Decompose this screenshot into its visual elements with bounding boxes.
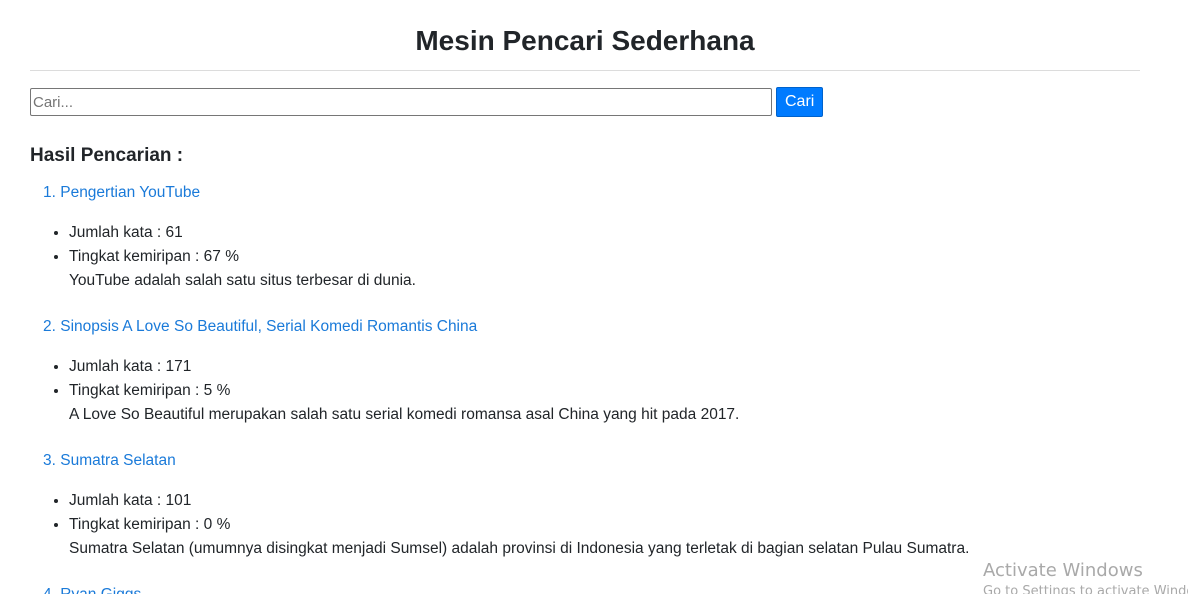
result-snippet: YouTube adalah salah satu situs terbesar… — [69, 272, 416, 289]
search-button[interactable]: Cari — [776, 87, 824, 117]
results-list: 1. Pengertian YouTube Jumlah kata : 61 T… — [30, 183, 1140, 594]
search-form: Cari — [30, 87, 1140, 117]
result-item: 4. Ryan Giggs — [43, 585, 1140, 594]
result-snippet: Sumatra Selatan (umumnya disingkat menja… — [69, 540, 970, 557]
page-title: Mesin Pencari Sederhana — [415, 25, 755, 56]
result-word-count: Jumlah kata : 101 — [69, 489, 1140, 513]
main-container: Mesin Pencari Sederhana Cari Hasil Penca… — [30, 0, 1140, 594]
result-similarity: Tingkat kemiripan : 0 % — [69, 513, 1140, 537]
result-item: 1. Pengertian YouTube Jumlah kata : 61 T… — [43, 183, 1140, 293]
search-input[interactable] — [30, 88, 772, 116]
result-word-count: Jumlah kata : 61 — [69, 221, 1140, 245]
result-title-link[interactable]: 3. Sumatra Selatan — [43, 451, 1140, 471]
result-item: 3. Sumatra Selatan Jumlah kata : 101 Tin… — [43, 451, 1140, 561]
result-meta-list: Jumlah kata : 171 Tingkat kemiripan : 5 … — [43, 355, 1140, 403]
result-meta-list: Jumlah kata : 61 Tingkat kemiripan : 67 … — [43, 221, 1140, 269]
result-title-link[interactable]: 1. Pengertian YouTube — [43, 183, 1140, 203]
result-similarity: Tingkat kemiripan : 5 % — [69, 379, 1140, 403]
page: Mesin Pencari Sederhana Cari Hasil Penca… — [0, 0, 1188, 594]
results-heading: Hasil Pencarian : — [30, 145, 184, 166]
result-word-count: Jumlah kata : 171 — [69, 355, 1140, 379]
result-item: 2. Sinopsis A Love So Beautiful, Serial … — [43, 317, 1140, 427]
result-title-link[interactable]: 4. Ryan Giggs — [43, 585, 1140, 594]
result-snippet: A Love So Beautiful merupakan salah satu… — [69, 406, 740, 423]
title-divider — [30, 70, 1140, 71]
result-title-link[interactable]: 2. Sinopsis A Love So Beautiful, Serial … — [43, 317, 1140, 337]
result-meta-list: Jumlah kata : 101 Tingkat kemiripan : 0 … — [43, 489, 1140, 537]
result-similarity: Tingkat kemiripan : 67 % — [69, 245, 1140, 269]
